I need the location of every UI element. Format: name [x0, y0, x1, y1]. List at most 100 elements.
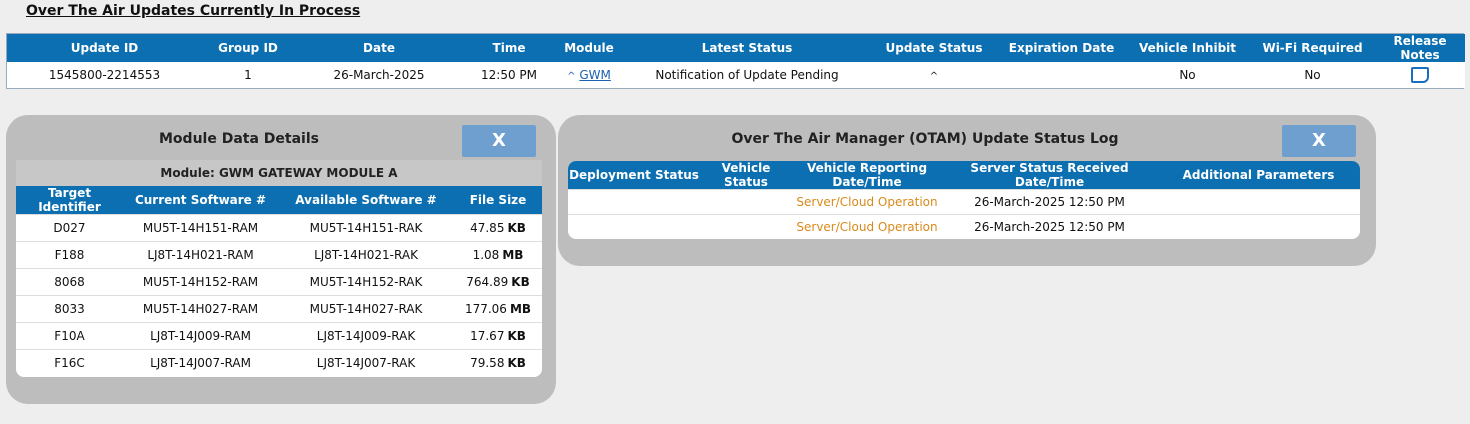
- col-file-size: File Size: [454, 186, 542, 215]
- table-row: D027 MU5T-14H151-RAM MU5T-14H151-RAK 47.…: [16, 214, 542, 242]
- release-notes-cell: [1375, 62, 1465, 88]
- col-module: Module: [554, 34, 624, 62]
- module-cell: ^ GWM: [554, 62, 624, 88]
- file-size-cell: 79.58 KB: [454, 349, 542, 377]
- table-row: F188 LJ8T-14H021-RAM LJ8T-14H021-RAK 1.0…: [16, 241, 542, 269]
- wifi-required-cell: No: [1250, 62, 1375, 88]
- module-subtitle: Module: GWM GATEWAY MODULE A: [16, 160, 542, 186]
- target-cell: 8033: [16, 295, 123, 323]
- available-software-cell: MU5T-14H027-RAK: [278, 295, 454, 323]
- available-software-cell: LJ8T-14J009-RAK: [278, 322, 454, 350]
- file-size-cell: 17.67 KB: [454, 322, 542, 350]
- update-status-cell: ^: [870, 62, 998, 88]
- col-time: Time: [464, 34, 554, 62]
- otam-status-log-panel: Over The Air Manager (OTAM) Update Statu…: [558, 115, 1376, 266]
- target-cell: F10A: [16, 322, 123, 350]
- module-data-table: Target Identifier Current Software # Ava…: [16, 186, 542, 377]
- col-server-received: Server Status Received Date/Time: [942, 161, 1157, 190]
- vehicle-status-cell: [700, 189, 792, 215]
- col-wifi-required: Wi-Fi Required: [1250, 34, 1375, 62]
- file-size-unit: KB: [511, 275, 530, 289]
- expiration-date-cell: [998, 62, 1125, 88]
- update-status-caret-icon[interactable]: ^: [930, 71, 938, 82]
- target-cell: D027: [16, 214, 123, 242]
- table-row: 8068 MU5T-14H152-RAM MU5T-14H152-RAK 764…: [16, 268, 542, 296]
- vehicle-inhibit-cell: No: [1125, 62, 1250, 88]
- module-panel-close-button[interactable]: X: [462, 125, 536, 157]
- otam-panel-title: Over The Air Manager (OTAM) Update Statu…: [731, 131, 1119, 147]
- additional-parameters-cell: [1157, 189, 1360, 215]
- ota-updates-table: Update ID Group ID Date Time Module Late…: [6, 33, 1465, 89]
- file-size-unit: MB: [509, 302, 532, 316]
- file-size-unit: KB: [507, 329, 526, 343]
- additional-parameters-cell: [1157, 214, 1360, 239]
- col-deployment-status: Deployment Status: [568, 161, 700, 190]
- col-vehicle-reporting: Vehicle Reporting Date/Time: [792, 161, 942, 190]
- target-cell: F188: [16, 241, 123, 269]
- table-row: F16C LJ8T-14J007-RAM LJ8T-14J007-RAK 79.…: [16, 349, 542, 377]
- otam-header-row: Deployment Status Vehicle Status Vehicle…: [568, 161, 1360, 190]
- current-software-cell: LJ8T-14J007-RAM: [123, 349, 278, 377]
- ota-header-row: Update ID Group ID Date Time Module Late…: [7, 34, 1465, 62]
- col-group-id: Group ID: [202, 34, 294, 62]
- target-cell: 8068: [16, 268, 123, 296]
- col-update-status: Update Status: [870, 34, 998, 62]
- available-software-cell: LJ8T-14J007-RAK: [278, 349, 454, 377]
- col-date: Date: [294, 34, 464, 62]
- current-software-cell: LJ8T-14J009-RAM: [123, 322, 278, 350]
- file-size-value: 1.08: [472, 248, 500, 262]
- vehicle-reporting-cell: Server/Cloud Operation: [792, 214, 942, 239]
- available-software-cell: MU5T-14H152-RAK: [278, 268, 454, 296]
- col-additional-parameters: Additional Parameters: [1157, 161, 1360, 190]
- file-size-unit: KB: [507, 356, 526, 371]
- latest-status-cell: Notification of Update Pending: [624, 62, 870, 88]
- file-size-cell: 764.89 KB: [454, 268, 542, 296]
- col-expiration-date: Expiration Date: [998, 34, 1125, 62]
- deployment-status-cell: [568, 214, 700, 239]
- release-notes-icon[interactable]: [1411, 67, 1429, 83]
- col-available-software: Available Software #: [278, 186, 454, 215]
- col-vehicle-status: Vehicle Status: [700, 161, 792, 190]
- table-row: 1545800-2214553 1 26-March-2025 12:50 PM…: [7, 62, 1465, 88]
- table-row: 8033 MU5T-14H027-RAM MU5T-14H027-RAK 177…: [16, 295, 542, 323]
- current-software-cell: MU5T-14H151-RAM: [123, 214, 278, 242]
- module-data-details-panel: Module Data Details X Module: GWM GATEWA…: [6, 115, 556, 404]
- col-release-notes: Release Notes: [1375, 34, 1465, 62]
- file-size-cell: 47.85 KB: [454, 214, 542, 242]
- file-size-value: 47.85: [470, 221, 505, 235]
- module-panel-title: Module Data Details: [159, 131, 319, 147]
- current-software-cell: MU5T-14H027-RAM: [123, 295, 278, 323]
- available-software-cell: MU5T-14H151-RAK: [278, 214, 454, 242]
- file-size-cell: 177.06 MB: [454, 295, 542, 323]
- vehicle-reporting-cell: Server/Cloud Operation: [792, 189, 942, 215]
- group-id-cell: 1: [202, 62, 294, 88]
- deployment-status-cell: [568, 189, 700, 215]
- vehicle-status-cell: [700, 214, 792, 239]
- available-software-cell: LJ8T-14H021-RAK: [278, 241, 454, 269]
- server-received-cell: 26-March-2025 12:50 PM: [942, 214, 1157, 239]
- table-row: Server/Cloud Operation 26-March-2025 12:…: [568, 214, 1360, 239]
- date-cell: 26-March-2025: [294, 62, 464, 88]
- file-size-cell: 1.08 MB: [454, 241, 542, 269]
- server-received-cell: 26-March-2025 12:50 PM: [942, 189, 1157, 215]
- file-size-value: 177.06: [464, 302, 507, 316]
- current-software-cell: MU5T-14H152-RAM: [123, 268, 278, 296]
- table-row: F10A LJ8T-14J009-RAM LJ8T-14J009-RAK 17.…: [16, 322, 542, 350]
- current-software-cell: LJ8T-14H021-RAM: [123, 241, 278, 269]
- col-vehicle-inhibit: Vehicle Inhibit: [1125, 34, 1250, 62]
- update-id-cell: 1545800-2214553: [7, 62, 202, 88]
- file-size-unit: KB: [507, 221, 526, 235]
- module-header-row: Target Identifier Current Software # Ava…: [16, 186, 542, 215]
- file-size-value: 79.58: [470, 356, 505, 371]
- table-row: Server/Cloud Operation 26-March-2025 12:…: [568, 189, 1360, 215]
- col-update-id: Update ID: [7, 34, 202, 62]
- module-link[interactable]: GWM: [579, 68, 611, 82]
- col-current-software: Current Software #: [123, 186, 278, 215]
- col-target-identifier: Target Identifier: [16, 186, 123, 215]
- col-latest-status: Latest Status: [624, 34, 870, 62]
- module-expand-caret-icon[interactable]: ^: [567, 71, 575, 82]
- otam-status-table: Deployment Status Vehicle Status Vehicle…: [568, 161, 1360, 239]
- otam-panel-close-button[interactable]: X: [1282, 125, 1356, 157]
- target-cell: F16C: [16, 349, 123, 377]
- page-title: Over The Air Updates Currently In Proces…: [26, 3, 361, 19]
